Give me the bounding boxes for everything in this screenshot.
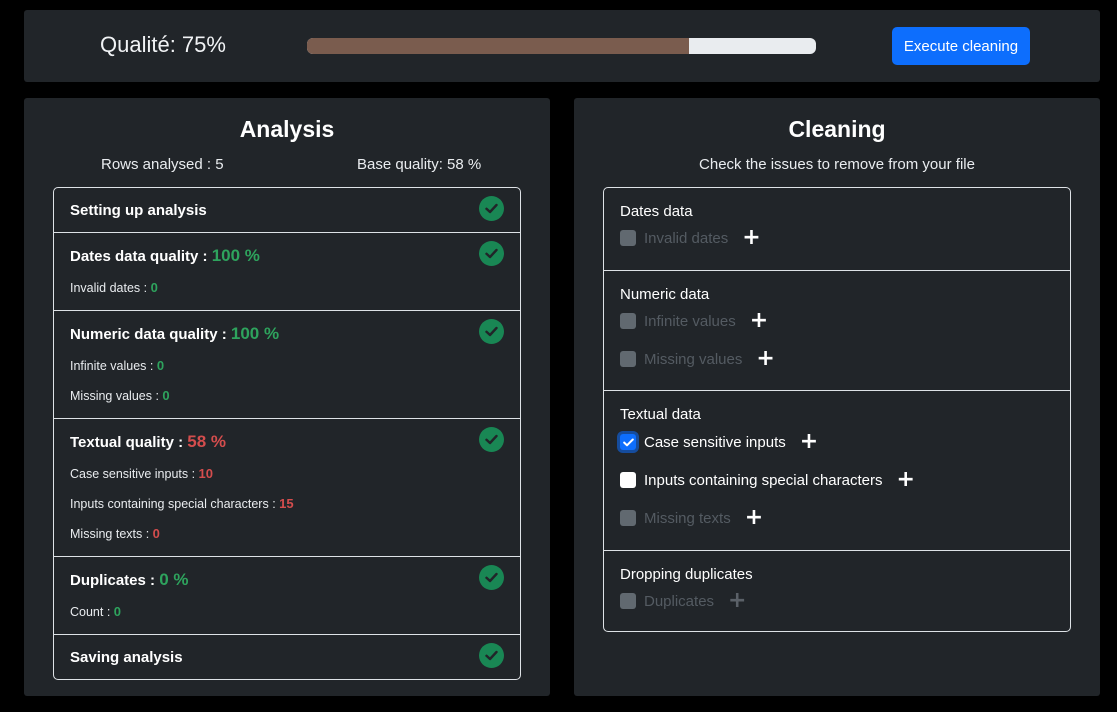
dates-quality-title: Dates data quality : 100 % <box>70 246 260 266</box>
analysis-step-saving: Saving analysis <box>54 635 520 680</box>
detail-label: Missing texts : <box>70 527 153 541</box>
textual-quality-title: Textual quality : 58 % <box>70 432 226 452</box>
option-case-sensitive: Case sensitive inputs + <box>620 431 818 453</box>
detail-value: 0 <box>156 358 165 373</box>
check-circle-icon <box>479 427 504 452</box>
cleaning-title: Cleaning <box>788 116 886 142</box>
dates-quality-pct: 100 % <box>211 246 260 265</box>
base-quality: Base quality: 58 % <box>357 156 482 173</box>
plus-icon[interactable]: + <box>745 507 763 529</box>
infinite-values-detail: Infinite values : 0 <box>70 358 164 373</box>
detail-value: 0 <box>162 388 170 403</box>
missing-texts-detail: Missing texts : 0 <box>70 526 160 541</box>
option-special-characters: Inputs containing special characters + <box>620 469 915 491</box>
invalid-dates-detail: Invalid dates : 0 <box>70 280 158 295</box>
group-title: Textual data <box>620 406 701 423</box>
detail-value: 15 <box>279 496 294 511</box>
option-label: Infinite values <box>644 312 736 330</box>
plus-icon[interactable]: + <box>756 348 774 370</box>
dates-quality-label: Dates data quality : <box>70 248 212 265</box>
analysis-step-numeric: Numeric data quality : 100 % Infinite va… <box>54 311 520 419</box>
plus-icon[interactable]: + <box>800 431 818 453</box>
cleaning-group-numeric: Numeric data Infinite values + Missing v… <box>604 271 1070 391</box>
analysis-step-dates: Dates data quality : 100 % Invalid dates… <box>54 233 520 311</box>
plus-icon[interactable]: + <box>728 590 746 612</box>
plus-icon[interactable]: + <box>742 227 760 249</box>
option-duplicates: Duplicates + <box>620 590 746 612</box>
missing-values-checkbox[interactable] <box>620 351 636 367</box>
execute-cleaning-button[interactable]: Execute cleaning <box>892 27 1030 65</box>
invalid-dates-checkbox[interactable] <box>620 230 636 246</box>
special-characters-detail: Inputs containing special characters : 1… <box>70 496 294 511</box>
detail-value: 0 <box>113 604 122 619</box>
option-missing-values: Missing values + <box>620 348 775 370</box>
detail-label: Count : <box>70 605 114 619</box>
cleaning-group-duplicates: Dropping duplicates Duplicates + <box>604 551 1070 633</box>
quality-progress-bar <box>307 38 816 54</box>
step-title: Saving analysis <box>70 649 183 666</box>
option-invalid-dates: Invalid dates + <box>620 227 761 249</box>
cleaning-subtitle: Check the issues to remove from your fil… <box>699 156 975 173</box>
duplicates-pct: 0 % <box>159 570 189 589</box>
option-label: Invalid dates <box>644 229 729 247</box>
plus-icon[interactable]: + <box>896 469 914 491</box>
quality-header: Qualité: 75% Execute cleaning <box>24 10 1100 82</box>
quality-label: Qualité: 75% <box>100 32 226 57</box>
detail-value: 0 <box>150 280 158 295</box>
check-circle-icon <box>479 565 504 590</box>
detail-label: Case sensitive inputs : <box>70 467 199 481</box>
analysis-step-setup: Setting up analysis <box>54 188 520 233</box>
numeric-quality-pct: 100 % <box>230 324 280 343</box>
option-infinite-values: Infinite values + <box>620 310 768 332</box>
option-missing-texts: Missing texts + <box>620 507 763 529</box>
option-label: Case sensitive inputs <box>644 433 786 451</box>
analysis-step-duplicates: Duplicates : 0 % Count : 0 <box>54 557 520 635</box>
analysis-list: Setting up analysis Dates data quality :… <box>53 187 521 680</box>
case-sensitive-checkbox[interactable] <box>620 434 636 450</box>
analysis-step-textual: Textual quality : 58 % Case sensitive in… <box>54 419 520 557</box>
detail-label: Missing values : <box>70 389 163 403</box>
check-icon <box>622 438 634 446</box>
numeric-quality-title: Numeric data quality : 100 % <box>70 324 279 344</box>
textual-quality-label: Textual quality : <box>70 434 188 451</box>
case-sensitive-detail: Case sensitive inputs : 10 <box>70 466 213 481</box>
duplicates-count-detail: Count : 0 <box>70 604 121 619</box>
detail-label: Inputs containing special characters : <box>70 497 280 511</box>
missing-values-detail: Missing values : 0 <box>70 388 170 403</box>
cleaning-group-textual: Textual data Case sensitive inputs + Inp… <box>604 391 1070 551</box>
detail-value: 10 <box>198 466 214 481</box>
check-circle-icon <box>479 196 504 221</box>
cleaning-group-dates: Dates data Invalid dates + <box>604 188 1070 271</box>
group-title: Dropping duplicates <box>620 566 753 583</box>
group-title: Dates data <box>620 203 693 220</box>
rows-analysed: Rows analysed : 5 <box>101 156 224 173</box>
detail-label: Invalid dates : <box>70 281 151 295</box>
cleaning-options-list: Dates data Invalid dates + Numeric data … <box>603 187 1071 632</box>
option-label: Missing texts <box>644 509 731 527</box>
quality-progress-fill <box>307 38 689 54</box>
textual-quality-pct: 58 % <box>187 432 226 451</box>
detail-value: 0 <box>152 526 160 541</box>
analysis-title: Analysis <box>239 116 335 142</box>
check-circle-icon <box>479 319 504 344</box>
option-label: Missing values <box>644 350 743 368</box>
numeric-quality-label: Numeric data quality : <box>70 326 231 343</box>
duplicates-label: Duplicates : <box>70 572 160 589</box>
step-title: Setting up analysis <box>70 202 207 219</box>
group-title: Numeric data <box>620 286 710 303</box>
cleaning-panel: Cleaning Check the issues to remove from… <box>574 98 1100 696</box>
check-circle-icon <box>479 241 504 266</box>
detail-label: Infinite values : <box>70 359 157 373</box>
special-characters-checkbox[interactable] <box>620 472 636 488</box>
missing-texts-checkbox[interactable] <box>620 510 636 526</box>
infinite-values-checkbox[interactable] <box>620 313 636 329</box>
check-circle-icon <box>479 643 504 668</box>
option-label: Inputs containing special characters <box>644 471 883 489</box>
duplicates-title: Duplicates : 0 % <box>70 570 188 590</box>
analysis-panel: Analysis Rows analysed : 5 Base quality:… <box>24 98 550 696</box>
option-label: Duplicates <box>644 592 715 610</box>
duplicates-checkbox[interactable] <box>620 593 636 609</box>
plus-icon[interactable]: + <box>750 310 768 332</box>
